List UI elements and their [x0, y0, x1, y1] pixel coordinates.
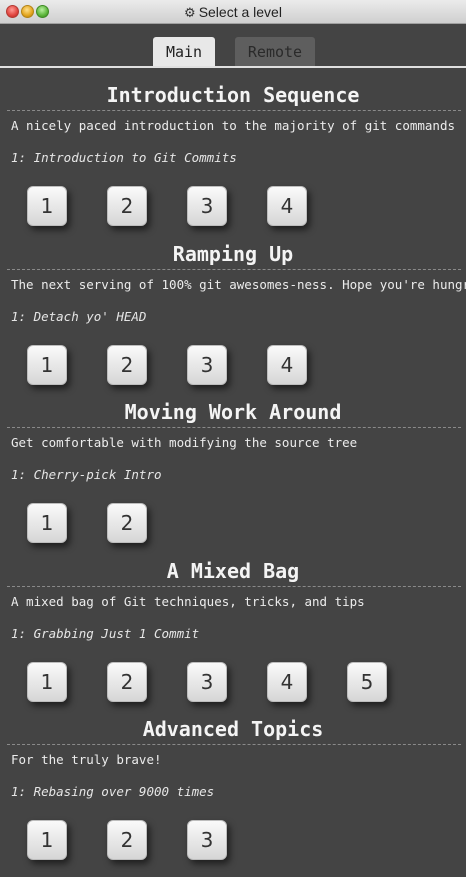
- section-description: The next serving of 100% git awesomes-ne…: [11, 277, 466, 292]
- tab-divider: [0, 66, 466, 68]
- section-current-level: 1: Introduction to Git Commits: [11, 150, 237, 165]
- section-divider: [7, 586, 461, 587]
- level-button-1[interactable]: 1: [27, 503, 67, 543]
- section-description: Get comfortable with modifying the sourc…: [11, 435, 358, 450]
- section-divider: [7, 269, 461, 270]
- section-divider: [7, 110, 461, 111]
- level-button-3[interactable]: 3: [187, 186, 227, 226]
- section-title: Introduction Sequence: [106, 83, 360, 107]
- section-current-level: 1: Rebasing over 9000 times: [11, 784, 215, 799]
- level-tabs: Main Remote: [0, 37, 466, 67]
- window-title: ⚙ Select a level: [0, 0, 466, 24]
- level-button-1[interactable]: 1: [27, 345, 67, 385]
- level-button-2[interactable]: 2: [107, 820, 147, 860]
- section-title: A Mixed Bag: [166, 559, 300, 583]
- level-button-2[interactable]: 2: [107, 662, 147, 702]
- section-current-level: 1: Cherry-pick Intro: [11, 467, 162, 482]
- level-button-3[interactable]: 3: [187, 662, 227, 702]
- level-button-2[interactable]: 2: [107, 345, 147, 385]
- gear-icon: ⚙: [184, 5, 196, 20]
- section-title: Advanced Topics: [142, 717, 324, 741]
- window-titlebar: ⚙ Select a level: [0, 0, 466, 24]
- level-button-1[interactable]: 1: [27, 662, 67, 702]
- section-divider: [7, 744, 461, 745]
- level-button-3[interactable]: 3: [187, 820, 227, 860]
- level-button-2[interactable]: 2: [107, 186, 147, 226]
- tab-main[interactable]: Main: [153, 37, 215, 67]
- tab-remote[interactable]: Remote: [235, 37, 315, 67]
- level-button-4[interactable]: 4: [267, 662, 307, 702]
- section-description: For the truly brave!: [11, 752, 162, 767]
- section-divider: [7, 427, 461, 428]
- level-button-1[interactable]: 1: [27, 186, 67, 226]
- section-title: Ramping Up: [172, 242, 294, 266]
- section-description: A mixed bag of Git techniques, tricks, a…: [11, 594, 365, 609]
- level-button-4[interactable]: 4: [267, 186, 307, 226]
- level-button-2[interactable]: 2: [107, 503, 147, 543]
- level-button-1[interactable]: 1: [27, 820, 67, 860]
- level-button-3[interactable]: 3: [187, 345, 227, 385]
- section-title: Moving Work Around: [124, 400, 342, 424]
- level-button-4[interactable]: 4: [267, 345, 307, 385]
- section-current-level: 1: Detach yo' HEAD: [11, 309, 147, 324]
- section-current-level: 1: Grabbing Just 1 Commit: [11, 626, 200, 641]
- section-description: A nicely paced introduction to the major…: [11, 118, 456, 133]
- level-button-5[interactable]: 5: [347, 662, 387, 702]
- window-title-text: Select a level: [198, 4, 282, 20]
